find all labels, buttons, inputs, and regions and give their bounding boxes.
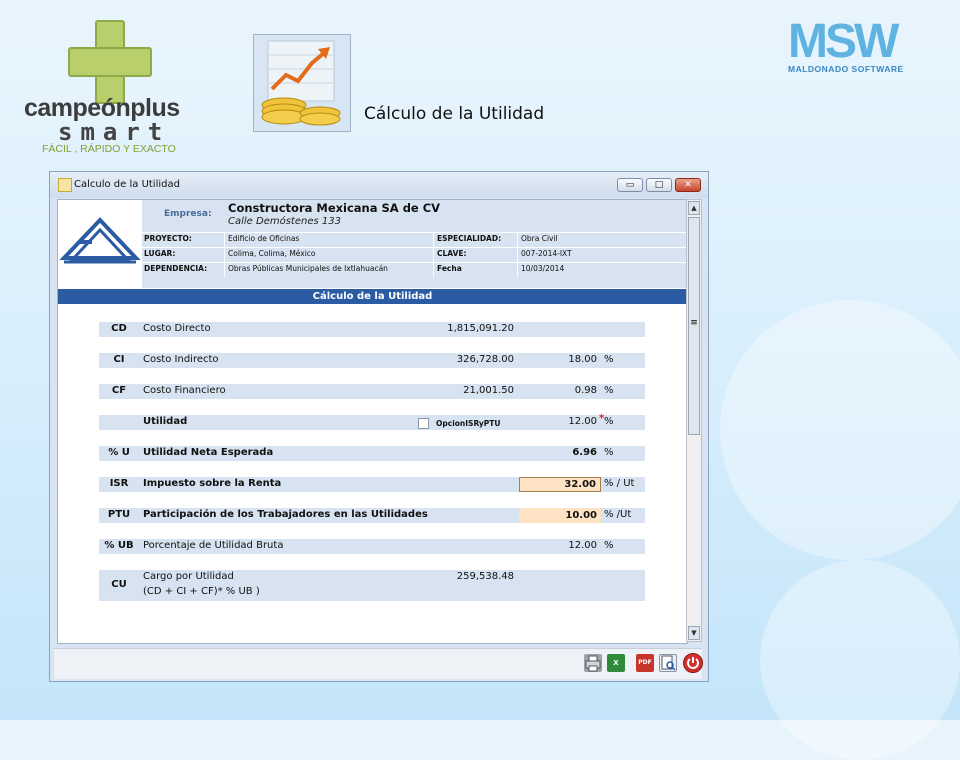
window-icon — [58, 178, 72, 192]
row-description: Utilidad — [143, 416, 188, 427]
row-unit: % — [604, 416, 614, 427]
row-amount: 326,728.00 — [456, 354, 514, 365]
row-amount: 1,815,091.20 — [447, 323, 514, 334]
row-description: Costo Directo — [143, 323, 211, 334]
info-label: ESPECIALIDAD: — [437, 234, 502, 243]
slide-title: Cálculo de la Utilidad — [364, 104, 545, 124]
scroll-thumb[interactable]: ≡ — [688, 217, 700, 435]
row-costo-directo: CD Costo Directo 1,815,091.20 — [99, 322, 645, 337]
info-value: Colima, Colima, México — [228, 249, 316, 258]
pdf-icon[interactable]: PDF — [636, 654, 654, 672]
section-banner: Cálculo de la Utilidad — [58, 289, 687, 304]
info-value: Edificio de Oficinas — [228, 234, 300, 243]
bottom-toolbar: X PDF — [54, 648, 703, 679]
row-description: Costo Financiero — [143, 385, 226, 396]
brand-slogan: FÁCIL , RÁPIDO Y EXACTO — [42, 143, 176, 155]
row-percent: 0.98 — [574, 385, 597, 396]
row-unit: % — [604, 354, 614, 365]
utilidad-percent-input[interactable]: 12.00 — [519, 416, 601, 427]
row-utilidad-neta: % U Utilidad Neta Esperada 6.96 % — [99, 446, 645, 461]
printer-icon[interactable] — [584, 654, 602, 672]
scroll-down-icon[interactable]: ▼ — [688, 626, 700, 640]
row-amount: 259,538.48 — [456, 571, 514, 582]
excel-icon[interactable]: X — [607, 654, 625, 672]
empresa-address: Calle Demóstenes 133 — [228, 216, 341, 227]
row-formula: (CD + CI + CF)* % UB ) — [143, 586, 260, 597]
company-logo — [58, 200, 143, 288]
campeonplus-logo: campeónplus smart FÁCIL , RÁPIDO Y EXACT… — [24, 18, 194, 158]
row-costo-indirecto: CI Costo Indirecto 326,728.00 18.00 % — [99, 353, 645, 368]
vertical-scrollbar[interactable]: ▲ ≡ ▼ — [686, 199, 702, 642]
window-titlebar[interactable]: Calculo de la Utilidad ▭ □ ✕ — [50, 172, 708, 198]
row-cargo-utilidad: CU Cargo por Utilidad (CD + CI + CF)* % … — [99, 570, 645, 601]
app-window: Calculo de la Utilidad ▭ □ ✕ Empresa: Co… — [49, 171, 709, 682]
row-amount: 21,001.50 — [463, 385, 514, 396]
minimize-button[interactable]: ▭ — [617, 178, 643, 192]
info-row-proyecto: PROYECTO: Edificio de Oficinas ESPECIALI… — [142, 232, 687, 247]
row-utilidad: Utilidad OpcionISRyPTU 12.00 * % — [99, 413, 645, 430]
row-unit: % — [604, 540, 614, 551]
brand-sub: smart — [58, 118, 171, 146]
row-code: % UB — [104, 540, 134, 551]
info-value: 10/03/2014 — [521, 264, 565, 273]
row-code: % U — [108, 447, 130, 458]
row-code: CI — [113, 354, 125, 365]
power-icon[interactable] — [683, 653, 703, 673]
background-bokeh — [720, 300, 960, 560]
row-percent: 6.96 — [572, 447, 597, 458]
row-utilidad-bruta: % UB Porcentaje de Utilidad Bruta 12.00 … — [99, 539, 645, 554]
ptu-percent-input[interactable]: 10.00 — [519, 508, 601, 523]
row-description: Costo Indirecto — [143, 354, 219, 365]
row-code: ISR — [109, 478, 129, 489]
row-code: CD — [111, 323, 127, 334]
row-unit: % / Ut — [604, 478, 635, 489]
msw-logo: MSW MALDONADO SOFTWARE — [788, 18, 938, 78]
row-description: Utilidad Neta Esperada — [143, 447, 274, 458]
row-code: PTU — [107, 509, 131, 520]
background-bokeh — [760, 560, 960, 760]
close-button[interactable]: ✕ — [675, 178, 701, 192]
msw-logo-text: MSW — [788, 15, 899, 68]
info-label: CLAVE: — [437, 249, 467, 258]
info-row-lugar: LUGAR: Colima, Colima, México CLAVE: 007… — [142, 247, 687, 262]
info-label: LUGAR: — [144, 249, 176, 258]
info-value: Obra Civil — [521, 234, 558, 243]
row-unit: % — [604, 447, 614, 458]
row-isr: ISR Impuesto sobre la Renta 32.00 % / Ut — [99, 477, 645, 492]
info-label: PROYECTO: — [144, 234, 192, 243]
row-costo-financiero: CF Costo Financiero 21,001.50 0.98 % — [99, 384, 645, 399]
row-code: CU — [111, 579, 127, 590]
opcion-isr-ptu-checkbox[interactable] — [418, 418, 429, 429]
row-code: CF — [111, 385, 127, 396]
info-value: Obras Públicas Municipales de Ixtlahuacá… — [228, 264, 388, 273]
cross-icon — [68, 20, 152, 104]
row-description: Participación de los Trabajadores en las… — [143, 509, 428, 520]
row-description: Porcentaje de Utilidad Bruta — [143, 540, 284, 551]
empresa-name: Constructora Mexicana SA de CV — [228, 201, 441, 215]
row-description: Cargo por Utilidad — [143, 571, 234, 582]
info-value: 007-2014-IXT — [521, 249, 572, 258]
scroll-up-icon[interactable]: ▲ — [688, 201, 700, 215]
info-label: Fecha — [437, 264, 462, 273]
row-percent: 12.00 — [568, 540, 597, 551]
row-percent: 18.00 — [568, 354, 597, 365]
form-content: Empresa: Constructora Mexicana SA de CV … — [57, 199, 688, 644]
info-label: DEPENDENCIA: — [144, 264, 208, 273]
row-unit: % — [604, 385, 614, 396]
row-ptu: PTU Participación de los Trabajadores en… — [99, 508, 645, 523]
info-row-dependencia: DEPENDENCIA: Obras Públicas Municipales … — [142, 262, 687, 277]
coins-growth-icon — [253, 34, 351, 132]
maximize-button[interactable]: □ — [646, 178, 672, 192]
empresa-label: Empresa: — [164, 209, 212, 219]
project-info: Empresa: Constructora Mexicana SA de CV … — [142, 200, 687, 288]
window-title: Calculo de la Utilidad — [74, 179, 180, 190]
row-description: Impuesto sobre la Renta — [143, 478, 282, 489]
msw-logo-subtitle: MALDONADO SOFTWARE — [788, 64, 904, 74]
opcion-isr-ptu-label: OpcionISRyPTU — [436, 419, 501, 428]
row-unit: % /Ut — [604, 509, 632, 520]
preview-icon[interactable] — [659, 654, 677, 672]
isr-percent-input[interactable]: 32.00 — [519, 477, 601, 492]
